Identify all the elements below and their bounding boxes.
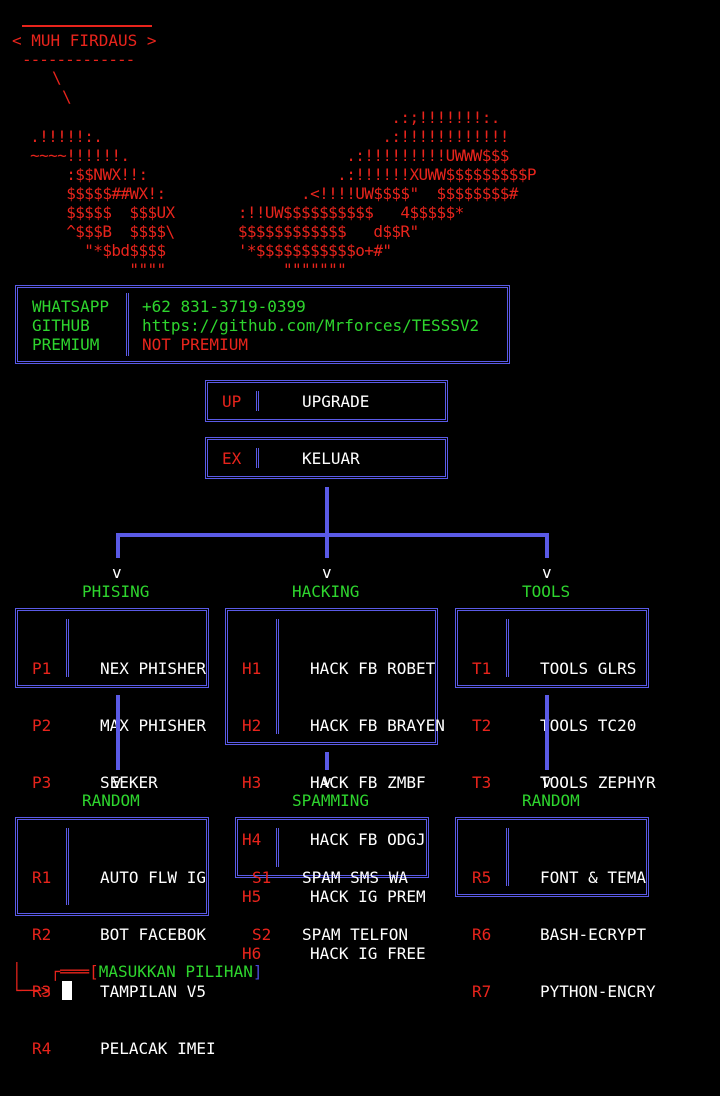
speech-tail-1: \ <box>52 68 62 87</box>
upgrade-code: UP <box>222 392 242 411</box>
spamming-menu: S1 SPAM SMS WA S2 SPAM TELFON <box>235 817 429 944</box>
text-cursor[interactable] <box>62 981 72 1000</box>
arrow-down-icon: v <box>322 772 332 791</box>
arrow-down-icon: v <box>112 772 122 791</box>
menu-item-r6[interactable]: R6 BASH-ECRYPT <box>472 925 656 944</box>
menu-item-t3[interactable]: T3 TOOLS ZEPHYR <box>472 773 656 792</box>
connector-tools-random <box>545 695 549 770</box>
prompt-bracket: ] <box>252 962 263 981</box>
whatsapp-value: +62 831-3719-0399 <box>142 297 306 316</box>
subcategory-title-random: RANDOM <box>82 791 140 810</box>
exit-label: KELUAR <box>302 449 360 468</box>
menu-item-h2[interactable]: H2 HACK FB BRAYEN <box>242 716 445 735</box>
category-title-phising: PHISING <box>82 582 150 601</box>
connector-hacking-spamming <box>325 752 329 770</box>
menu-item-h1[interactable]: H1 HACK FB ROBET <box>242 659 445 678</box>
exit-separator <box>256 448 260 468</box>
arrow-down-icon: v <box>542 772 552 791</box>
prompt-corner: ┌═══[ <box>50 962 99 981</box>
category-title-tools: TOOLS <box>522 582 571 601</box>
upgrade-separator <box>256 391 260 411</box>
banner-name: < MUH FIRDAUS > <box>12 31 157 50</box>
category-title-hacking: HACKING <box>292 582 360 601</box>
random-menu: R1 AUTO FLW IG R2 BOT FACEBOK R3 TAMPILAN V… <box>15 817 216 1058</box>
label-premium: PREMIUM <box>32 335 100 354</box>
connector-phising-random <box>116 695 120 770</box>
prompt-arrow: └──> <box>12 981 51 1000</box>
exit-code: EX <box>222 449 242 468</box>
menu-item-p1[interactable]: P1 NEX PHISHER <box>32 659 206 678</box>
prompt-pipe: │ <box>12 962 22 981</box>
subcategory-title-random-2: RANDOM <box>522 791 580 810</box>
prompt-label: MASUKKAN PILIHAN <box>98 962 253 981</box>
info-box: WHATSAPP GITHUB PREMIUM +62 831-3719-039… <box>15 285 510 364</box>
exit-option[interactable]: EX KELUAR <box>205 437 448 479</box>
arrow-down-icon: v <box>322 563 332 582</box>
arrow-down-icon: v <box>112 563 122 582</box>
menu-item-r1[interactable]: R1 AUTO FLW IG <box>32 868 216 887</box>
label-whatsapp: WHATSAPP <box>32 297 110 316</box>
menu-item-t2[interactable]: T2 TOOLS TC20 <box>472 716 656 735</box>
random-menu-2: R5 FONT & TEMA R6 BASH-ECRYPT R7 PYTHON-ENC… <box>455 817 656 1001</box>
menu-item-r7[interactable]: R7 PYTHON-ENCRY <box>472 982 656 1001</box>
banner-top-rule <box>22 25 152 27</box>
upgrade-label: UPGRADE <box>302 392 370 411</box>
tools-menu: T1 TOOLS GLRS T2 TOOLS TC20 T3 TOOLS ZEPHYR <box>455 608 656 792</box>
upgrade-option[interactable]: UP UPGRADE <box>205 380 448 422</box>
speech-tail-2: \ <box>62 87 72 106</box>
github-link[interactable]: https://github.com/Mrforces/TESSSV2 <box>142 316 479 335</box>
subcategory-title-spamming: SPAMMING <box>292 791 370 810</box>
ascii-art: .:;!!!!!!!:. .!!!!!:. .:!!!!!!!!!!!! ~~~… <box>30 108 536 279</box>
menu-item-t1[interactable]: T1 TOOLS GLRS <box>472 659 656 678</box>
arrow-down-icon: v <box>542 563 552 582</box>
hacking-menu: H1 HACK FB ROBET H2 HACK FB BRAYEN H3 HACK … <box>225 608 445 963</box>
phising-menu: P1 NEX PHISHER P2 MAX PHISHER P3 SEEKER <box>15 608 209 792</box>
premium-status: NOT PREMIUM <box>142 335 248 354</box>
banner-bottom-rule: ------------- <box>22 50 135 69</box>
menu-item-s2[interactable]: S2 SPAM TELFON <box>252 925 408 944</box>
menu-item-r2[interactable]: R2 BOT FACEBOK <box>32 925 216 944</box>
menu-item-r5[interactable]: R5 FONT & TEMA <box>472 868 656 887</box>
info-divider <box>126 293 130 356</box>
menu-item-r4[interactable]: R4 PELACAK IMEI <box>32 1039 216 1058</box>
menu-item-s1[interactable]: S1 SPAM SMS WA <box>252 868 408 887</box>
menu-item-h3[interactable]: H3 HACK FB ZMBF <box>242 773 445 792</box>
label-github: GITHUB <box>32 316 90 335</box>
